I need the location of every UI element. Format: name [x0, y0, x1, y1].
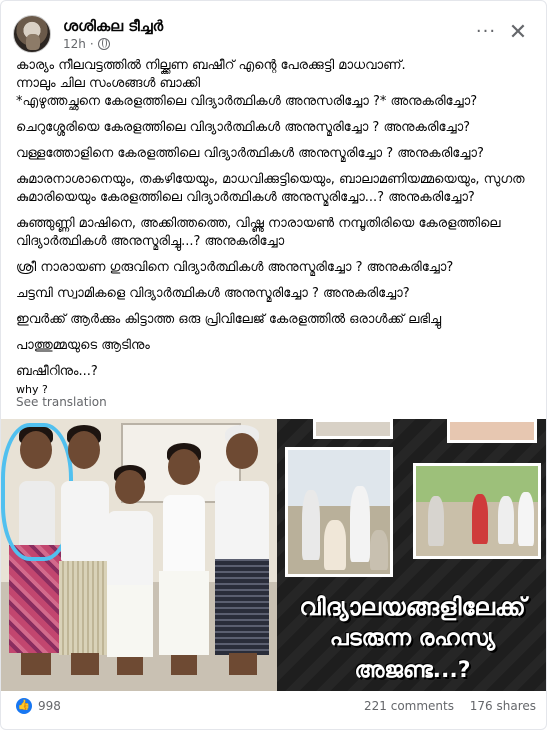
inset-photo	[313, 419, 393, 439]
post-paragraph: ന്നാലും ചില സംശങ്ങൾ ബാക്കി	[16, 76, 201, 91]
post-paragraph: ചട്ടമ്പി സ്വാമികളെ വിദ്യാർത്ഥികൾ അനുസ്മര…	[16, 286, 410, 301]
post-paragraph: ശ്രീ നാരായണ ഗുരുവിനെ വിദ്യാർത്ഥികൾ അനുസ്…	[16, 260, 454, 275]
globe-icon	[97, 38, 110, 50]
post-paragraph: കാര്യം നീലവട്ടത്തിൽ നില്ക്കണ ബഷീറ് എന്റെ…	[16, 58, 406, 73]
post-paragraph: കുഞ്ഞുണ്ണി മാഷിനെ, അക്കിത്തത്തെ, വിഷ്ണു …	[16, 216, 501, 249]
post-image[interactable]: വിദ്യാലയങ്ങളിലേക്ക് പടരുന്ന രഹസ്യ അജണ്ട.…	[1, 419, 546, 691]
see-translation-link[interactable]: See translation	[16, 395, 107, 409]
comments-count[interactable]: 221 comments	[364, 699, 454, 713]
post-paragraph: ബഷീറിനും...?	[16, 364, 98, 379]
post-footer: 👍 998 221 comments 176 shares	[16, 695, 536, 721]
child-figure	[105, 465, 155, 675]
post-time[interactable]: 12h	[63, 37, 86, 51]
post-paragraph: വള്ളത്തോളിനെ കേരളത്തിലെ വിദ്യാർത്ഥികൾ അന…	[16, 146, 484, 161]
post-paragraph: *എഴുത്തച്ഛനെ കേരളത്തിലെ വിദ്യാർത്ഥികൾ അന…	[16, 94, 478, 109]
reactions-count[interactable]: 998	[38, 699, 61, 713]
child-figure	[211, 425, 273, 675]
post-paragraph: ഇവർക്ക് ആർക്കും കിട്ടാത്ത ഒരു പ്രിവിലേജ്…	[16, 312, 442, 327]
post-meta: 12h ·	[63, 37, 110, 51]
post-card: ശശികല ടീച്ചർ 12h · ··· ✕ കാര്യം നീലവട്ടത…	[0, 0, 547, 730]
thumbs-up-icon[interactable]: 👍	[16, 698, 32, 714]
child-figure	[157, 443, 211, 675]
inset-photo	[413, 463, 541, 559]
shares-count[interactable]: 176 shares	[470, 699, 536, 713]
inset-photo	[447, 419, 537, 443]
close-button[interactable]: ✕	[504, 19, 532, 47]
children-photo	[1, 419, 277, 691]
graphic-headline: വിദ്യാലയങ്ങളിലേക്ക് പടരുന്ന രഹസ്യ അജണ്ട.…	[299, 593, 526, 683]
author-avatar[interactable]	[13, 15, 51, 53]
post-header: ശശികല ടീച്ചർ 12h · ··· ✕	[13, 15, 536, 55]
more-options-button[interactable]: ···	[474, 23, 498, 47]
author-name[interactable]: ശശികല ടീച്ചർ	[63, 17, 163, 35]
inset-photo	[285, 447, 393, 577]
news-graphic: വിദ്യാലയങ്ങളിലേക്ക് പടരുന്ന രഹസ്യ അജണ്ട.…	[277, 419, 546, 691]
post-paragraph: ചെറുശ്ശേരിയെ കേരളത്തിലെ വിദ്യാർത്ഥികൾ അന…	[16, 120, 471, 135]
post-text: കാര്യം നീലവട്ടത്തിൽ നില്ക്കണ ബഷീറ് എന്റെ…	[16, 57, 536, 399]
post-paragraph: കുമാരനാശാനെയും, തകഴിയേയും, മാധവിക്കുട്ടി…	[16, 172, 525, 205]
post-paragraph: പാത്തുമ്മയുടെ ആടിനും	[16, 338, 150, 353]
